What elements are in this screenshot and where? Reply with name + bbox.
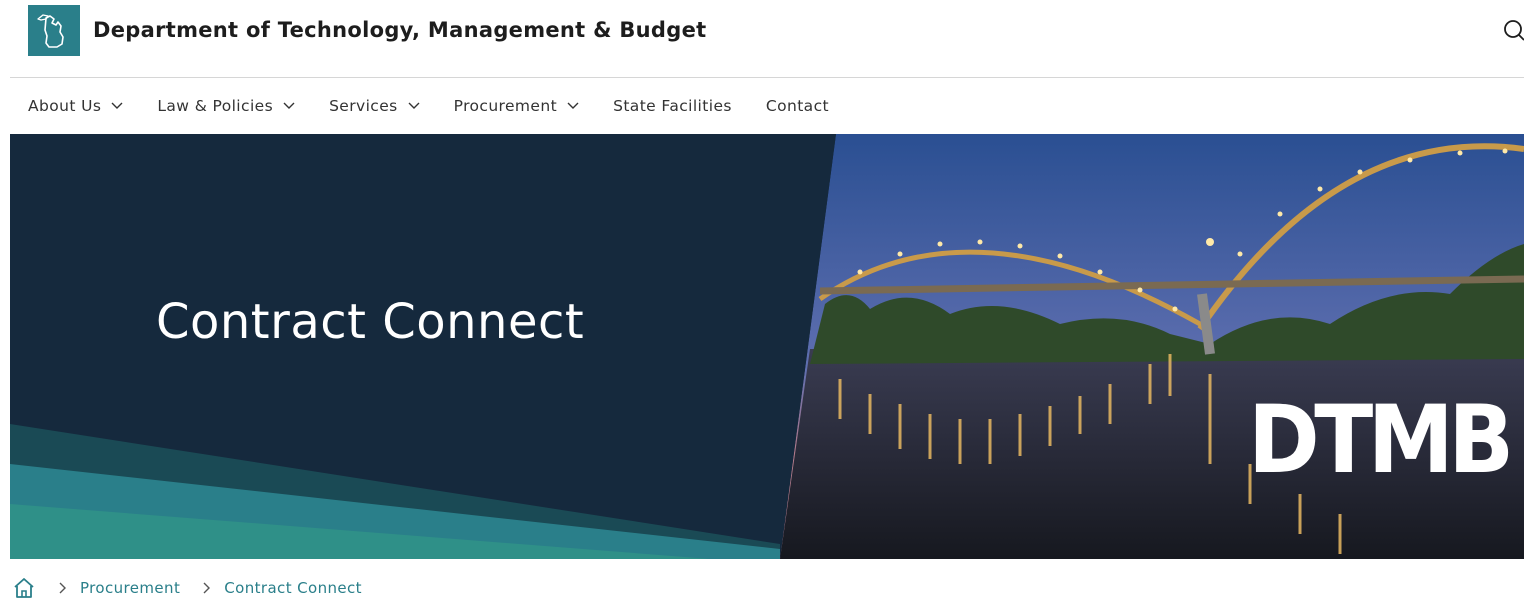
hero-banner: Contract Connect DTMB bbox=[10, 134, 1524, 559]
nav-item-label: Contact bbox=[765, 97, 829, 115]
dtmb-wordmark: DTMB bbox=[1248, 386, 1514, 495]
site-header: Department of Technology, Management & B… bbox=[0, 0, 1524, 78]
hero-title: Contract Connect bbox=[156, 294, 585, 350]
chevron-down-icon bbox=[283, 102, 295, 109]
nav-item-about-us[interactable]: About Us bbox=[28, 97, 123, 115]
nav-item-label: About Us bbox=[28, 97, 102, 115]
michigan-state-icon[interactable] bbox=[28, 5, 80, 56]
nav-item-label: State Facilities bbox=[613, 97, 732, 115]
nav-item-contact[interactable]: Contact bbox=[766, 97, 829, 115]
nav-item-label: Law & Policies bbox=[157, 97, 274, 115]
home-icon[interactable] bbox=[12, 576, 36, 600]
breadcrumb-contract-connect[interactable]: Contract Connect bbox=[224, 579, 362, 597]
chevron-right-icon bbox=[203, 582, 211, 594]
chevron-right-icon bbox=[59, 582, 66, 594]
nav-item-law-policies[interactable]: Law & Policies bbox=[157, 97, 295, 115]
site-title[interactable]: Department of Technology, Management & B… bbox=[93, 18, 706, 42]
header-divider bbox=[10, 77, 1524, 78]
breadcrumb: Procurement Contract Connect bbox=[12, 576, 362, 600]
nav-item-services[interactable]: Services bbox=[329, 97, 420, 115]
search-icon[interactable] bbox=[1500, 16, 1524, 44]
chevron-down-icon bbox=[408, 102, 420, 109]
nav-item-label: Procurement bbox=[453, 97, 558, 115]
main-nav: About Us Law & Policies Services Procure… bbox=[28, 90, 863, 122]
nav-item-procurement[interactable]: Procurement bbox=[454, 97, 579, 115]
chevron-down-icon bbox=[111, 102, 123, 109]
breadcrumb-procurement[interactable]: Procurement bbox=[80, 579, 180, 597]
nav-item-state-facilities[interactable]: State Facilities bbox=[613, 97, 732, 115]
nav-item-label: Services bbox=[329, 97, 398, 115]
chevron-down-icon bbox=[567, 102, 579, 109]
